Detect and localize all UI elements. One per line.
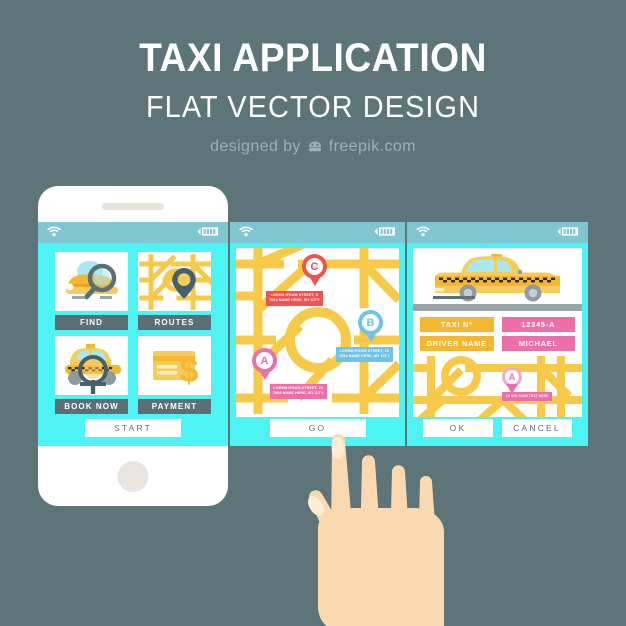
map-marker-b-pin: B bbox=[358, 310, 383, 335]
freepik-logo-icon bbox=[307, 140, 323, 154]
credit-prefix: designed by bbox=[210, 138, 301, 155]
screen1-body: FIND ROUTES BOOK NOW $ PAYMENT START bbox=[38, 243, 228, 446]
battery-icon bbox=[374, 224, 396, 242]
menu-tile-payment-label: PAYMENT bbox=[138, 399, 211, 414]
road-strip bbox=[413, 304, 582, 311]
driver-map-callout[interactable]: 10 MIN YOUR TEXT HERE bbox=[502, 392, 553, 401]
map-marker-a-label: A bbox=[256, 352, 273, 369]
phone-speaker bbox=[102, 203, 164, 210]
screen2-body: C LOREM IPSUM STREET, 5 7054 NAME HERE, … bbox=[230, 243, 405, 446]
phone-home-button[interactable] bbox=[117, 461, 149, 492]
wifi-icon bbox=[47, 224, 61, 242]
map-marker-b[interactable]: B bbox=[358, 310, 383, 335]
driver-card: TAXI Nº 12345-A DRIVER NAME MICHAEL A 10… bbox=[413, 248, 582, 417]
map-callout-a-line2: 7054 NAME HERE, MY CITY bbox=[273, 391, 324, 396]
map-callout-c-line2: 7054 NAME HERE, MY CITY bbox=[269, 298, 320, 303]
menu-tile-payment[interactable]: $ PAYMENT bbox=[138, 336, 211, 414]
taxi-number-value: 12345-A bbox=[501, 317, 575, 332]
map-callout-a[interactable]: LOREM IPSUM STREET, 20 7054 NAME HERE, M… bbox=[270, 384, 327, 399]
screen-driver-confirm: TAXI Nº 12345-A DRIVER NAME MICHAEL A 10… bbox=[407, 222, 588, 446]
menu-tile-book-now-label: BOOK NOW bbox=[55, 399, 128, 414]
credit-brand: freepik.com bbox=[328, 138, 416, 155]
taxi-number-label: TAXI Nº bbox=[420, 317, 494, 332]
page-title: TAXI APPLICATION bbox=[139, 36, 487, 80]
map-canvas[interactable]: C LOREM IPSUM STREET, 5 7054 NAME HERE, … bbox=[236, 248, 399, 417]
credit-line: designed by freepik.com bbox=[0, 138, 626, 156]
driver-info-rows: TAXI Nº 12345-A DRIVER NAME MICHAEL bbox=[413, 311, 582, 356]
menu-grid: FIND ROUTES BOOK NOW $ PAYMENT bbox=[38, 243, 228, 446]
map-marker-a[interactable]: A bbox=[252, 348, 277, 373]
cancel-button[interactable]: CANCEL bbox=[502, 419, 572, 437]
map-callout-b-line2: 7054 NAME HERE, MY CITY bbox=[339, 354, 390, 359]
map-marker-c-label: C bbox=[306, 258, 323, 275]
map-marker-b-label: B bbox=[362, 314, 379, 331]
map-marker-c[interactable]: C bbox=[302, 254, 327, 279]
driver-map-marker-a-pin: A bbox=[502, 367, 522, 387]
driver-name-label: DRIVER NAME bbox=[420, 336, 494, 351]
map-callout-c[interactable]: LOREM IPSUM STREET, 5 7054 NAME HERE, MY… bbox=[266, 291, 323, 306]
map-pin-icon bbox=[138, 252, 211, 311]
menu-tile-find[interactable]: FIND bbox=[55, 252, 128, 330]
driver-map[interactable]: A 10 MIN YOUR TEXT HERE bbox=[413, 356, 582, 417]
screen3-body: TAXI Nº 12345-A DRIVER NAME MICHAEL A 10… bbox=[407, 243, 588, 446]
driver-map-marker-a[interactable]: A bbox=[502, 367, 522, 387]
statusbar-screen2 bbox=[230, 222, 405, 243]
pointing-hand-icon bbox=[288, 424, 498, 626]
driver-name-value: MICHAEL bbox=[501, 336, 575, 351]
credit-card-dollar-icon: $ bbox=[138, 336, 211, 395]
statusbar-screen3 bbox=[407, 222, 588, 243]
menu-tile-book-now[interactable]: BOOK NOW bbox=[55, 336, 128, 414]
svg-text:$: $ bbox=[179, 352, 198, 390]
info-row-taxi-number: TAXI Nº 12345-A bbox=[420, 317, 575, 332]
header: TAXI APPLICATION FLAT VECTOR DESIGN desi… bbox=[0, 0, 626, 156]
menu-tile-routes[interactable]: ROUTES bbox=[138, 252, 211, 330]
map-marker-c-pin: C bbox=[302, 254, 327, 279]
battery-icon bbox=[197, 224, 219, 242]
driver-map-marker-a-label: A bbox=[505, 370, 519, 384]
battery-icon bbox=[557, 224, 579, 242]
menu-tile-routes-label: ROUTES bbox=[138, 315, 211, 330]
taxi-search-icon bbox=[55, 252, 128, 311]
wifi-icon bbox=[239, 224, 253, 242]
yellow-taxi-icon bbox=[413, 248, 582, 304]
page-subtitle: FLAT VECTOR DESIGN bbox=[145, 89, 481, 124]
taxi-booking-icon bbox=[55, 336, 128, 395]
menu-tile-find-label: FIND bbox=[55, 315, 128, 330]
info-row-driver-name: DRIVER NAME MICHAEL bbox=[420, 336, 575, 351]
statusbar-screen1 bbox=[38, 222, 228, 243]
screen-menu: FIND ROUTES BOOK NOW $ PAYMENT START bbox=[38, 222, 228, 446]
screen-map: C LOREM IPSUM STREET, 5 7054 NAME HERE, … bbox=[230, 222, 405, 446]
map-callout-b[interactable]: LOREM IPSUM STREET, 15 7054 NAME HERE, M… bbox=[336, 347, 393, 362]
start-button[interactable]: START bbox=[85, 419, 181, 437]
screen1-cta-wrap: START bbox=[38, 418, 228, 437]
wifi-icon bbox=[416, 224, 430, 242]
map-marker-a-pin: A bbox=[252, 348, 277, 373]
